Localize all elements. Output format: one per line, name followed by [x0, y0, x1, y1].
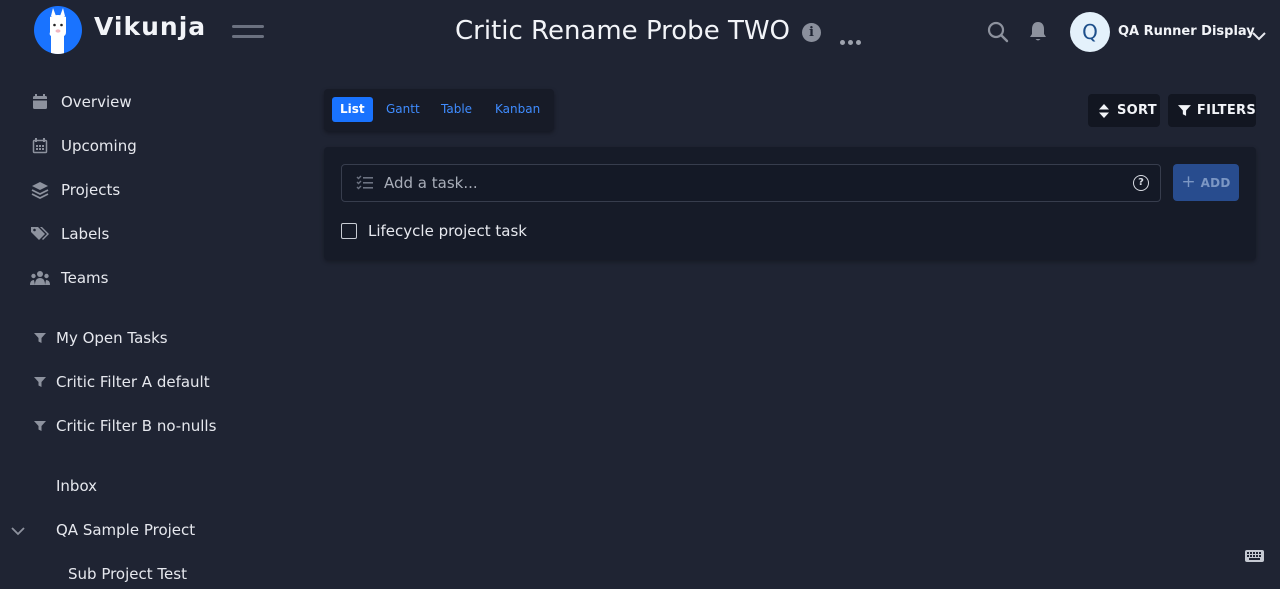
sidebar-filter-label: Critic Filter B no-nulls	[56, 417, 217, 435]
menu-toggle-icon[interactable]	[232, 23, 264, 43]
tab-list[interactable]: List	[332, 97, 373, 122]
page-title: Critic Rename Probe TWO	[455, 16, 791, 46]
top-bar: Vikunja Critic Rename Probe TWO i Q QA R…	[0, 0, 1280, 64]
calendar-icon	[30, 92, 50, 112]
task-title[interactable]: Lifecycle project task	[368, 222, 527, 240]
bell-icon[interactable]	[1029, 21, 1047, 47]
sidebar-project-qa-sample[interactable]: QA Sample Project	[56, 515, 195, 545]
add-task-input[interactable]	[382, 166, 1126, 200]
sidebar-filter-critic-a[interactable]: Critic Filter A default	[34, 367, 210, 397]
sidebar-item-projects[interactable]: Projects	[30, 175, 120, 205]
sidebar-item-label: Teams	[61, 269, 109, 287]
plus-icon: +	[1181, 172, 1196, 192]
add-task-field[interactable]: ?	[341, 164, 1161, 202]
sort-icon	[1099, 103, 1109, 118]
more-options-icon[interactable]	[840, 30, 864, 49]
sidebar-filter-label: Critic Filter A default	[56, 373, 210, 391]
help-icon[interactable]: ?	[1133, 175, 1149, 191]
task-list-icon	[356, 175, 373, 194]
user-name[interactable]: QA Runner Display	[1118, 24, 1255, 39]
sidebar-project-inbox[interactable]: Inbox	[56, 471, 97, 501]
add-task-button[interactable]: + ADD	[1173, 164, 1239, 201]
calendar-grid-icon	[30, 136, 50, 156]
search-icon[interactable]	[987, 21, 1009, 47]
tab-table[interactable]: Table	[433, 97, 480, 122]
sidebar: Overview Upcoming Projects Labels Teams …	[0, 64, 300, 583]
filters-button[interactable]: FILTERS	[1168, 94, 1256, 127]
tags-icon	[30, 224, 50, 244]
tab-kanban[interactable]: Kanban	[487, 97, 548, 122]
info-icon[interactable]: i	[802, 23, 821, 42]
filter-icon	[1178, 105, 1191, 116]
filters-label: FILTERS	[1196, 103, 1256, 118]
keyboard-shortcuts-icon[interactable]	[1245, 547, 1264, 566]
chevron-down-icon[interactable]	[10, 523, 26, 542]
sidebar-item-label: Upcoming	[61, 137, 137, 155]
sidebar-item-label: Labels	[61, 225, 110, 243]
users-icon	[30, 268, 50, 288]
task-done-checkbox[interactable]	[341, 223, 357, 239]
sort-label: SORT	[1117, 103, 1157, 118]
sidebar-item-labels[interactable]: Labels	[30, 219, 109, 249]
task-row: Lifecycle project task	[341, 221, 527, 241]
sidebar-item-label: Overview	[61, 93, 132, 111]
sidebar-item-overview[interactable]: Overview	[30, 87, 132, 117]
tab-gantt[interactable]: Gantt	[378, 97, 428, 122]
avatar[interactable]: Q	[1070, 12, 1110, 52]
app-name: Vikunja	[94, 12, 207, 41]
sidebar-filter-my-open-tasks[interactable]: My Open Tasks	[34, 323, 168, 353]
chevron-down-icon[interactable]	[1252, 26, 1266, 45]
layers-icon	[30, 180, 50, 200]
sidebar-project-sub-project[interactable]: Sub Project Test	[68, 559, 187, 589]
sidebar-filter-label: My Open Tasks	[56, 329, 168, 347]
view-switcher: List Gantt Table Kanban	[324, 89, 554, 131]
add-label: ADD	[1200, 175, 1231, 190]
sort-button[interactable]: SORT	[1088, 94, 1160, 127]
filter-icon	[34, 333, 46, 343]
sidebar-item-upcoming[interactable]: Upcoming	[30, 131, 137, 161]
task-list-card: ? + ADD Lifecycle project task	[324, 147, 1256, 260]
sidebar-item-teams[interactable]: Teams	[30, 263, 108, 293]
sidebar-item-label: Projects	[61, 181, 121, 199]
sidebar-filter-critic-b[interactable]: Critic Filter B no-nulls	[34, 411, 216, 441]
filter-icon	[34, 377, 46, 387]
vikunja-logo[interactable]	[34, 6, 82, 54]
filter-icon	[34, 421, 46, 431]
